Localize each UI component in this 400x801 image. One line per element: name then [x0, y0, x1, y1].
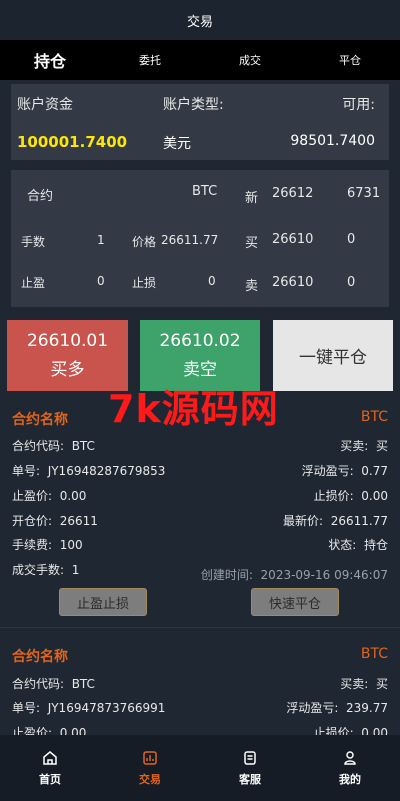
account-type-value: 美元 [163, 136, 191, 152]
new-label: 新 [245, 191, 259, 206]
divider [0, 627, 400, 628]
pnl-label: 浮动盈亏: [301, 464, 354, 478]
sell-short-label: 卖空 [183, 360, 217, 380]
tp-label: 止盈 [21, 276, 46, 290]
fee-label: 手续费: [12, 538, 53, 552]
code-label: 合约代码: [12, 439, 65, 453]
tp-price-label: 止盈价: [12, 489, 53, 503]
order-value: JY16948287679853 [47, 464, 166, 478]
account-panel: 账户资金 账户类型: 可用: 100001.7400 美元 98501.7400 [11, 84, 389, 160]
code-value: BTC [71, 677, 95, 691]
created-label: 创建时间: [200, 568, 253, 582]
position-symbol: BTC [360, 409, 388, 425]
nav-service[interactable]: 客服 [200, 735, 300, 801]
tab-bar: 持仓 委托 成交 平仓 [0, 40, 400, 80]
nav-mine[interactable]: 我的 [300, 735, 400, 801]
lots-value[interactable]: 1 [97, 233, 105, 247]
account-type-label: 账户类型: [163, 97, 224, 113]
page-title: 交易 [186, 14, 213, 30]
new-price: 26612 [272, 186, 314, 201]
pnl-label: 浮动盈亏: [286, 701, 339, 715]
sl-price-label: 止损价: [313, 489, 354, 503]
position-title: 合约名称 [12, 649, 68, 665]
nav-service-label: 客服 [239, 772, 261, 786]
chart-icon [143, 750, 157, 765]
buy-price: 26610 [272, 232, 314, 247]
funds-value: 100001.7400 [17, 133, 128, 151]
service-icon [244, 750, 256, 765]
buy-long-price: 26610.01 [26, 331, 109, 351]
user-icon [344, 750, 356, 765]
latest-price-label: 最新价: [283, 514, 324, 528]
open-price-label: 开仓价: [12, 514, 53, 528]
nav-home[interactable]: 首页 [0, 735, 100, 801]
side-label: 买卖: [340, 439, 369, 453]
status-value: 持仓 [363, 538, 388, 552]
contract-panel: 合约 BTC 新 26612 6731 手数 1 价格 26611.77 买 2… [11, 170, 389, 307]
side-value: 买 [375, 677, 388, 691]
tab-deals[interactable]: 成交 [200, 52, 300, 68]
sl-value[interactable]: 0 [208, 274, 216, 288]
tab-closed[interactable]: 平仓 [300, 52, 400, 68]
sell-qty: 0 [347, 275, 356, 290]
sl-label: 止损 [132, 276, 157, 290]
filled-lots-value: 1 [71, 563, 80, 577]
created-value: 2023-09-16 09:46:07 [260, 568, 388, 582]
buy-long-label: 买多 [50, 360, 85, 380]
new-qty: 6731 [347, 186, 381, 201]
tpsl-button[interactable]: 止盈止损 [59, 588, 147, 616]
quick-close-button[interactable]: 快速平仓 [251, 588, 339, 616]
available-label: 可用: [342, 97, 375, 113]
home-icon [43, 750, 57, 765]
side-label: 买卖: [340, 677, 369, 691]
price-value[interactable]: 26611.77 [161, 233, 218, 247]
sell-label: 卖 [245, 279, 259, 294]
top-bar: 交易 [0, 0, 400, 40]
sl-price-value: 0.00 [361, 489, 388, 503]
close-all-label: 一键平仓 [299, 348, 367, 368]
contract-label: 合约 [27, 189, 54, 204]
buy-label: 买 [245, 236, 259, 251]
position-title: 合约名称 [12, 412, 68, 428]
sell-price: 26610 [272, 275, 314, 290]
order-value: JY16947873766991 [47, 701, 166, 715]
contract-symbol: BTC [192, 184, 218, 199]
fee-value: 100 [59, 538, 83, 552]
position-symbol: BTC [360, 646, 388, 662]
tab-positions[interactable]: 持仓 [0, 48, 100, 72]
pnl-value: 239.77 [346, 701, 388, 715]
tp-price-value: 0.00 [59, 489, 87, 503]
status-label: 状态: [328, 538, 357, 552]
funds-label: 账户资金 [17, 97, 73, 113]
side-value: 买 [375, 439, 388, 453]
code-value: BTC [71, 439, 95, 453]
available-value: 98501.7400 [290, 133, 375, 149]
close-all-button[interactable]: 一键平仓 [273, 320, 393, 391]
code-label: 合约代码: [12, 677, 65, 691]
price-label: 价格 [132, 235, 157, 249]
nav-mine-label: 我的 [339, 772, 361, 786]
buy-qty: 0 [347, 232, 356, 247]
nav-home-label: 首页 [39, 772, 61, 786]
lots-label: 手数 [21, 235, 46, 249]
open-price-value: 26611 [59, 514, 98, 528]
sell-short-price: 26610.02 [159, 331, 241, 351]
order-label: 单号: [12, 701, 41, 715]
pnl-value: 0.77 [361, 464, 388, 478]
tab-orders[interactable]: 委托 [100, 52, 200, 68]
latest-price-value: 26611.77 [330, 514, 388, 528]
nav-trade-label: 交易 [139, 772, 161, 786]
nav-trade[interactable]: 交易 [100, 735, 200, 801]
bottom-nav: 首页 交易 客服 我的 [0, 735, 400, 801]
filled-lots-label: 成交手数: [12, 563, 65, 577]
order-label: 单号: [12, 464, 41, 478]
tp-value[interactable]: 0 [97, 274, 105, 288]
